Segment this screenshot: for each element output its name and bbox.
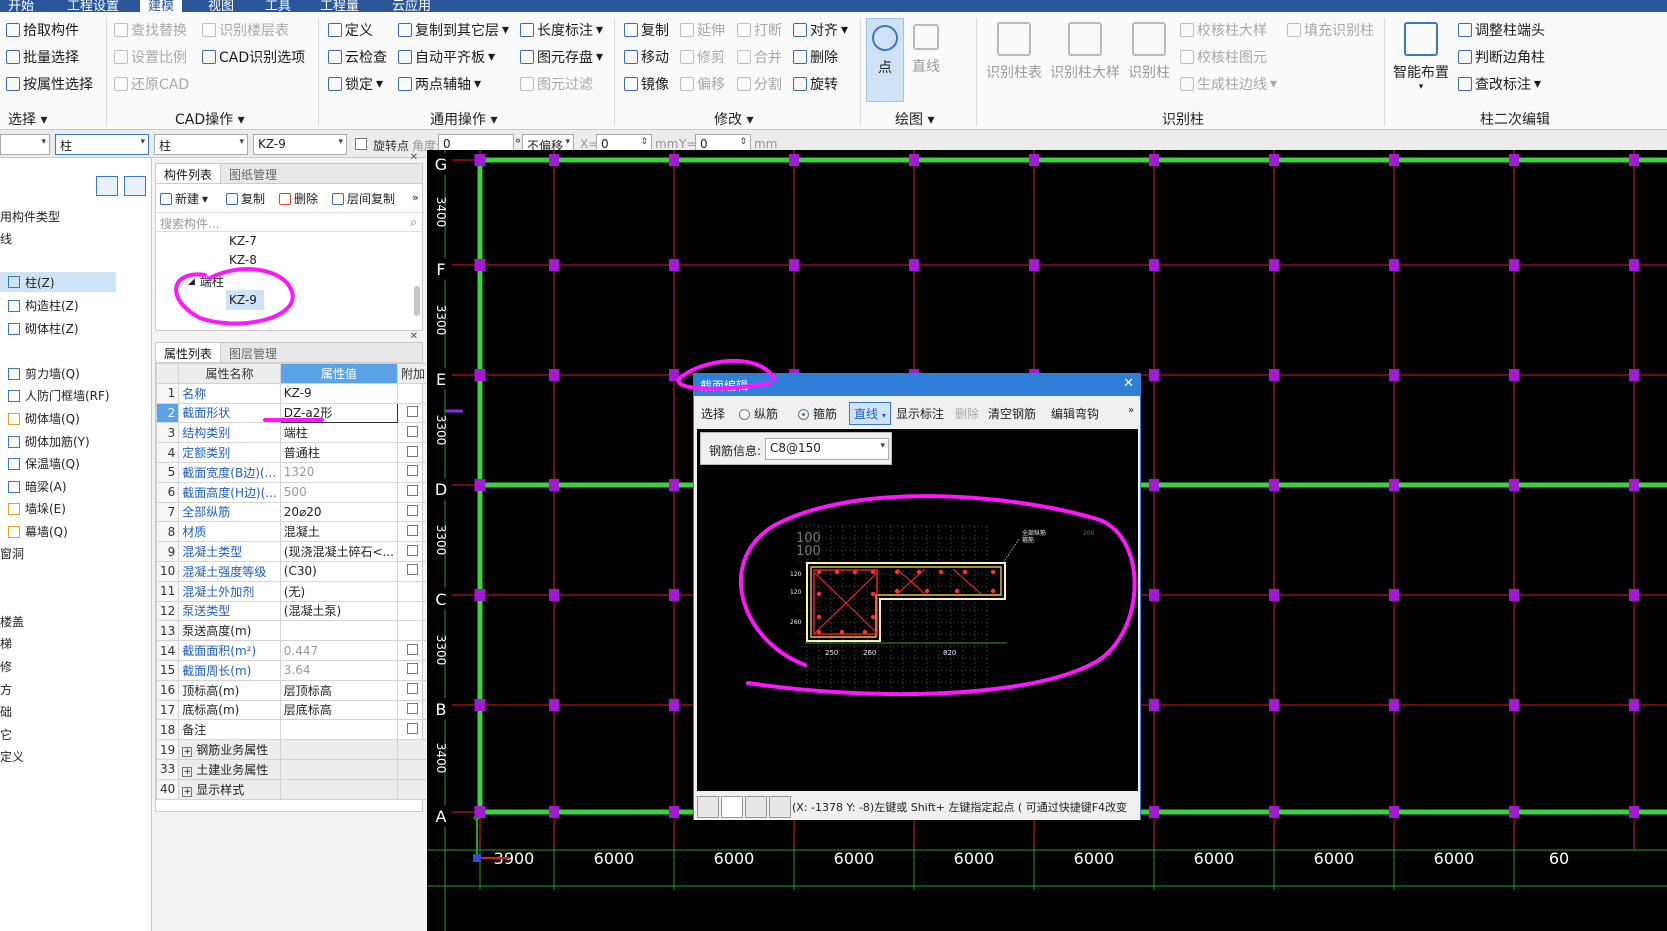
annotation-circle-section <box>738 494 1137 697</box>
annotation-overlay <box>174 267 1137 697</box>
annotation-circle-end-column <box>174 267 295 326</box>
annotation-circle-dialog-title <box>676 359 777 391</box>
